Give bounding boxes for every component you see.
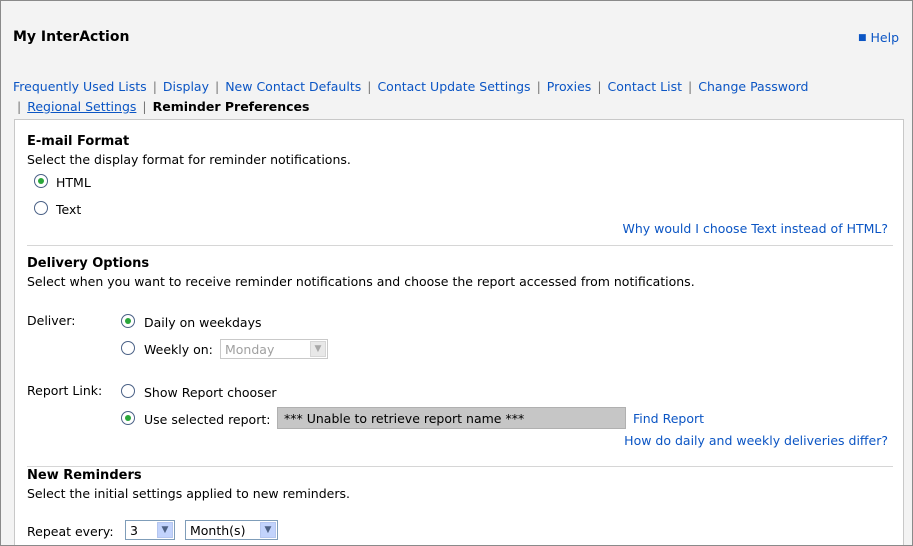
tab-divider: | [152, 79, 157, 94]
repeat-unit-select[interactable]: Month(s) ▼ [185, 520, 278, 540]
tab-display[interactable]: Display [163, 79, 209, 94]
text-format-radio[interactable] [34, 201, 48, 215]
page-title: My InterAction [13, 29, 130, 45]
tab-divider: | [17, 99, 22, 114]
section-divider [27, 466, 893, 467]
chevron-down-icon: ▼ [310, 341, 326, 357]
chevron-down-icon: ▼ [260, 522, 276, 538]
help-link[interactable]: ■ Help [858, 30, 899, 45]
use-selected-report-label: Use selected report: [144, 412, 271, 427]
daily-weekdays-radio[interactable] [121, 314, 135, 328]
tab-change-password[interactable]: Change Password [698, 79, 808, 94]
tab-new-contact-defaults[interactable]: New Contact Defaults [225, 79, 361, 94]
weekly-day-value: Monday [225, 342, 275, 357]
bullet-icon: ■ [857, 33, 867, 43]
preferences-tabs: Frequently Used Lists | Display | New Contac… [13, 77, 893, 117]
use-selected-report-radio[interactable] [121, 411, 135, 425]
selected-report-field: *** Unable to retrieve report name *** [277, 407, 626, 429]
html-format-label: HTML [56, 175, 91, 190]
text-vs-html-help-link[interactable]: Why would I choose Text instead of HTML? [622, 221, 888, 236]
email-format-title: E-mail Format [27, 134, 130, 149]
repeat-interval-select[interactable]: 3 ▼ [125, 520, 175, 540]
chevron-down-icon: ▼ [157, 522, 173, 538]
find-report-link[interactable]: Find Report [633, 411, 704, 426]
weekly-day-select[interactable]: Monday ▼ [220, 339, 328, 359]
tab-reminder-preferences[interactable]: Reminder Preferences [153, 99, 310, 114]
show-report-chooser-label: Show Report chooser [144, 385, 277, 400]
show-report-chooser-radio[interactable] [121, 384, 135, 398]
daily-weekdays-label: Daily on weekdays [144, 315, 262, 330]
repeat-interval-value: 3 [130, 523, 138, 538]
report-link-label: Report Link: [27, 383, 103, 398]
tab-divider: | [597, 79, 602, 94]
tab-contact-list[interactable]: Contact List [608, 79, 682, 94]
tab-divider: | [142, 99, 147, 114]
deliver-label: Deliver: [27, 313, 76, 328]
weekly-radio[interactable] [121, 341, 135, 355]
tab-divider: | [688, 79, 693, 94]
delivery-options-description: Select when you want to receive reminder… [27, 274, 695, 289]
tab-regional-settings[interactable]: Regional Settings [27, 99, 136, 114]
tab-divider: | [367, 79, 372, 94]
new-reminders-description: Select the initial settings applied to n… [27, 486, 350, 501]
repeat-unit-value: Month(s) [190, 523, 246, 538]
delivery-difference-help-link[interactable]: How do daily and weekly deliveries diffe… [624, 433, 888, 448]
html-format-radio[interactable] [34, 174, 48, 188]
preferences-window: My InterAction ■ Help Frequently Used Lis… [0, 0, 913, 546]
delivery-options-title: Delivery Options [27, 256, 150, 271]
weekly-label: Weekly on: [144, 342, 213, 357]
tab-divider: | [214, 79, 220, 94]
text-format-label: Text [56, 202, 82, 217]
tab-proxies[interactable]: Proxies [547, 79, 592, 94]
tab-divider: | [536, 79, 541, 94]
new-reminders-title: New Reminders [27, 468, 142, 483]
tab-contact-update-settings[interactable]: Contact Update Settings [377, 79, 530, 94]
repeat-every-label: Repeat every: [27, 524, 114, 539]
section-divider [27, 245, 893, 246]
email-format-description: Select the display format for reminder n… [27, 152, 351, 167]
help-label: Help [870, 30, 900, 45]
tab-frequently-used-lists[interactable]: Frequently Used Lists [13, 79, 147, 94]
reminder-preferences-panel: E-mail Format Select the display format … [14, 119, 904, 545]
